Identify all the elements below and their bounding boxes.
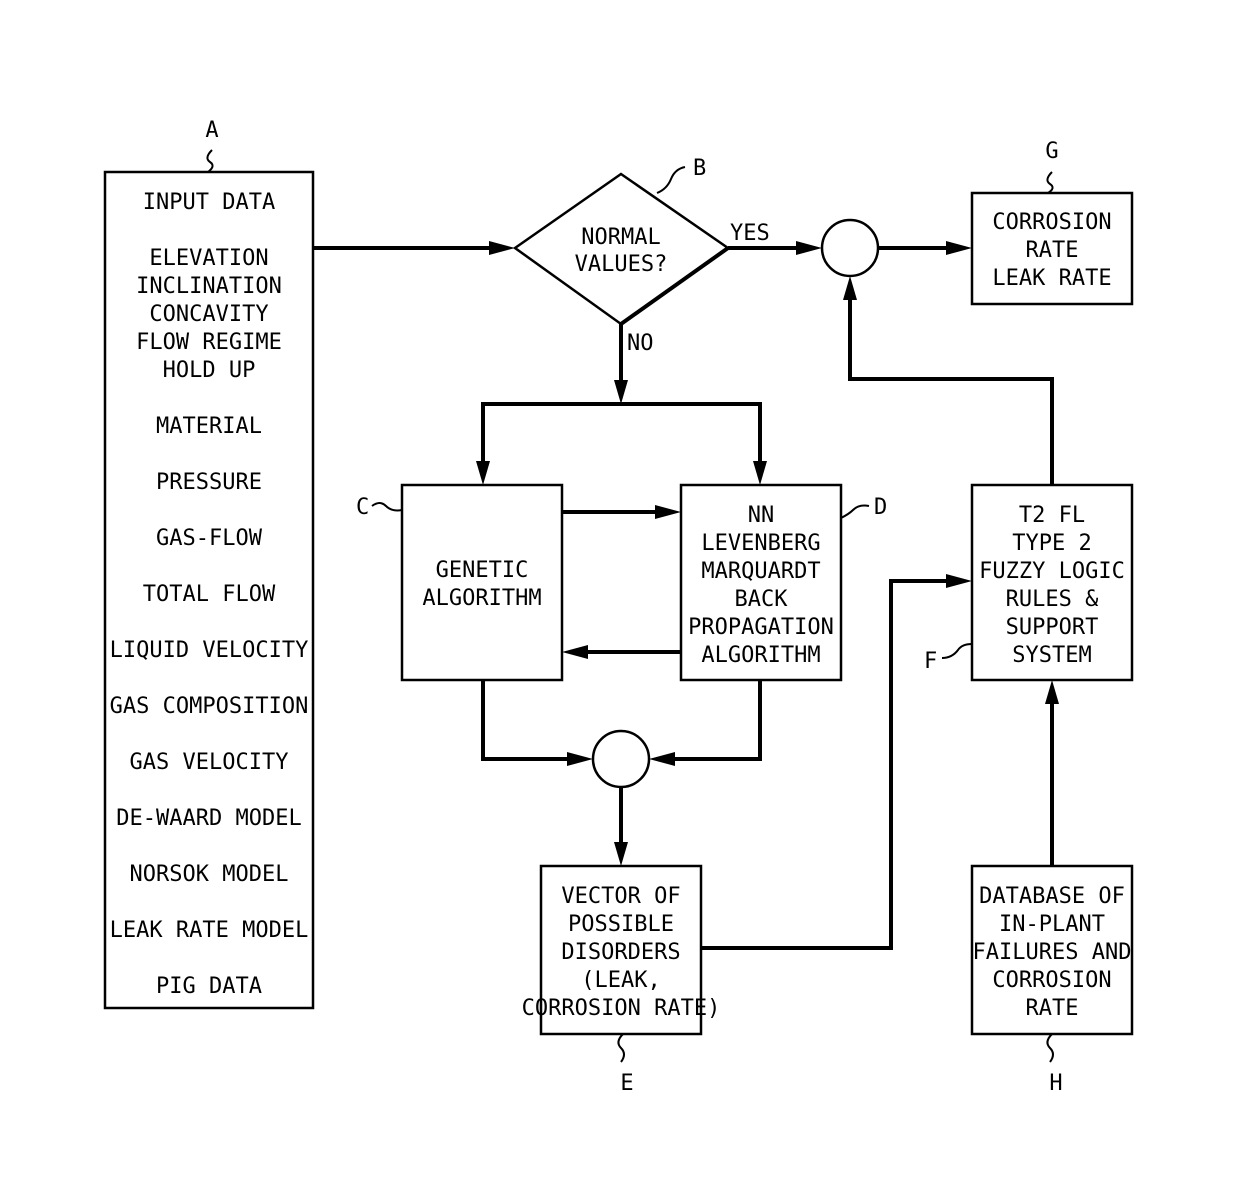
input-data-item: CONCAVITY bbox=[149, 302, 268, 327]
input-data-item: DE-WAARD MODEL bbox=[116, 806, 301, 831]
ref-label-d: D bbox=[874, 495, 887, 520]
input-data-item: FLOW REGIME bbox=[136, 330, 282, 355]
ref-leader-g bbox=[1046, 171, 1054, 194]
genetic-algorithm-line: ALGORITHM bbox=[422, 586, 541, 611]
edge-label-yes: YES bbox=[730, 221, 770, 246]
junction-top bbox=[820, 218, 880, 278]
fuzzy-logic-line: SYSTEM bbox=[1012, 643, 1091, 668]
ref-leader-a bbox=[206, 149, 214, 173]
disorders-vector-line: (LEAK, bbox=[581, 968, 660, 993]
input-data-item: TOTAL FLOW bbox=[143, 582, 276, 607]
output-line: RATE bbox=[1026, 238, 1079, 263]
arrowhead-f-to-junction bbox=[843, 276, 857, 300]
ref-label-b: B bbox=[693, 156, 706, 181]
output-line: CORROSION bbox=[992, 210, 1111, 235]
fuzzy-logic-line: RULES & bbox=[1006, 587, 1099, 612]
disorders-vector-line: CORROSION RATE) bbox=[522, 996, 721, 1021]
decision-line-2: VALUES? bbox=[575, 252, 668, 277]
nn-lm-backprop-line: MARQUARDT bbox=[701, 559, 820, 584]
arrowhead-e-to-f bbox=[946, 574, 972, 588]
arrowhead-to-c bbox=[476, 461, 490, 485]
disorders-vector-line: DISORDERS bbox=[561, 940, 680, 965]
input-data-item: ELEVATION bbox=[149, 246, 268, 271]
ref-leader-f bbox=[941, 643, 973, 659]
arrowhead-d-to-c bbox=[562, 645, 588, 659]
arrowhead-to-g bbox=[946, 241, 972, 255]
ref-leader-b bbox=[656, 166, 686, 194]
input-data-item: LIQUID VELOCITY bbox=[110, 638, 309, 663]
input-data-item: INPUT DATA bbox=[143, 190, 275, 215]
ref-leader-e bbox=[617, 1033, 625, 1063]
arrowhead-c-to-d bbox=[655, 505, 681, 519]
fuzzy-logic-line: T2 FL bbox=[1019, 503, 1085, 528]
nn-lm-backprop-line: PROPAGATION bbox=[688, 615, 834, 640]
decision-line-1: NORMAL bbox=[581, 225, 660, 250]
arrowhead-a-to-b bbox=[489, 241, 515, 255]
nn-lm-backprop-line: BACK bbox=[735, 587, 789, 612]
input-data-item: GAS-FLOW bbox=[156, 526, 263, 551]
ref-label-a: A bbox=[205, 118, 218, 143]
input-data-item: GAS VELOCITY bbox=[130, 750, 289, 775]
failure-database-line: DATABASE OF bbox=[979, 884, 1125, 909]
nn-lm-backprop-line: NN bbox=[748, 503, 775, 528]
arrowhead-no bbox=[614, 380, 628, 404]
arrowhead-to-d bbox=[753, 461, 767, 485]
input-data-item: GAS COMPOSITION bbox=[110, 694, 309, 719]
failure-database-line: IN-PLANT bbox=[999, 912, 1105, 937]
fuzzy-logic-line: TYPE 2 bbox=[1012, 531, 1091, 556]
ref-leader-h bbox=[1046, 1033, 1054, 1063]
fuzzy-logic-line: FUZZY LOGIC bbox=[979, 559, 1125, 584]
failure-database-line: RATE bbox=[1026, 996, 1079, 1021]
failure-database-line: FAILURES AND bbox=[973, 940, 1132, 965]
ref-label-h: H bbox=[1049, 1071, 1062, 1096]
edge-c-to-junction bbox=[481, 680, 573, 761]
ref-label-f: F bbox=[924, 649, 937, 674]
edge-d-to-junction bbox=[669, 680, 762, 761]
junction-bottom bbox=[591, 729, 651, 789]
nn-lm-backprop-line: ALGORITHM bbox=[701, 643, 820, 668]
input-data-item: PRESSURE bbox=[156, 470, 262, 495]
output-line: LEAK RATE bbox=[992, 266, 1111, 291]
input-data-item: NORSOK MODEL bbox=[130, 862, 289, 887]
ref-label-e: E bbox=[620, 1071, 633, 1096]
fuzzy-logic-line: SUPPORT bbox=[1006, 615, 1099, 640]
arrowhead-to-e bbox=[614, 842, 628, 866]
failure-database-line: CORROSION bbox=[992, 968, 1111, 993]
arrowhead-d-to-junction bbox=[649, 752, 675, 766]
input-data-item: PIG DATA bbox=[156, 974, 262, 999]
disorders-vector-line: VECTOR OF bbox=[561, 884, 680, 909]
flowchart: A INPUT DATA ELEVATION INCLINATION CONCAVIT… bbox=[103, 118, 1134, 1096]
branch-split bbox=[481, 402, 762, 465]
arrowhead-h-to-f bbox=[1045, 680, 1059, 704]
edge-f-to-junction bbox=[848, 296, 1054, 485]
edge-label-no: NO bbox=[627, 331, 654, 356]
disorders-vector-line: POSSIBLE bbox=[568, 912, 674, 937]
input-data-item: INCLINATION bbox=[136, 274, 282, 299]
ref-leader-d bbox=[840, 504, 870, 519]
input-data-item: MATERIAL bbox=[156, 414, 262, 439]
nn-lm-backprop-line: LEVENBERG bbox=[701, 531, 820, 556]
ref-leader-c bbox=[371, 502, 403, 512]
ref-label-c: C bbox=[356, 495, 369, 520]
ref-label-g: G bbox=[1045, 139, 1058, 164]
arrowhead-c-to-junction bbox=[567, 752, 593, 766]
input-data-item: HOLD UP bbox=[163, 358, 256, 383]
input-data-item: LEAK RATE MODEL bbox=[110, 918, 309, 943]
arrowhead-yes bbox=[796, 241, 822, 255]
genetic-algorithm-line: GENETIC bbox=[436, 558, 529, 583]
